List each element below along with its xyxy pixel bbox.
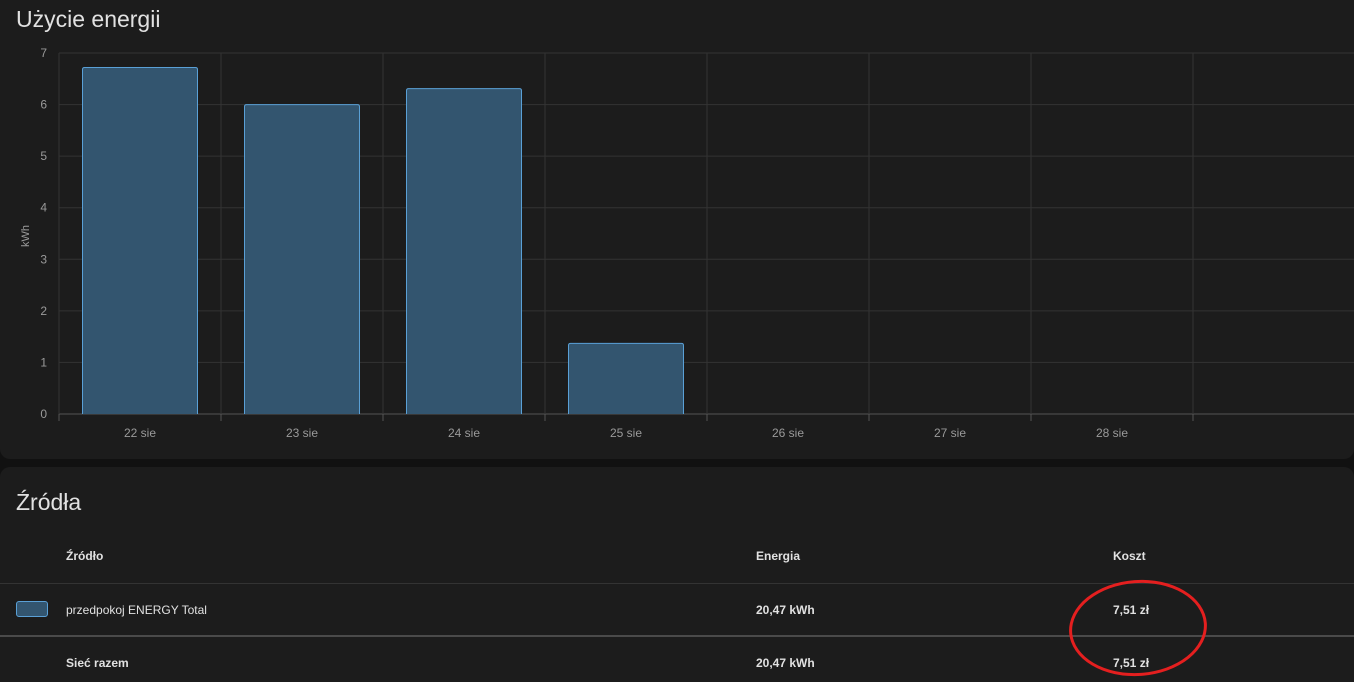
- chart-bar: [406, 88, 522, 414]
- chart-bar: [568, 342, 684, 414]
- y-tick-label: 0: [40, 407, 47, 421]
- x-tick-label: 23 sie: [286, 426, 318, 440]
- x-tick-label: 22 sie: [124, 426, 156, 440]
- x-tick-label: 26 sie: [772, 426, 804, 440]
- x-tick-label: 24 sie: [448, 426, 480, 440]
- chart-bar: [244, 104, 360, 414]
- sources-title: Źródła: [16, 489, 82, 515]
- source-energy: 20,47 kWh: [756, 603, 815, 617]
- energy-usage-chart: 0 1 2 3 4 5 6 7 kWh 22 sie 23 sie 24 sie 25 sie 26 si…: [20, 46, 1354, 440]
- total-cost: 7,51 zł: [1113, 656, 1150, 670]
- source-color-swatch: [16, 601, 48, 617]
- source-name: przedpokoj ENERGY Total: [66, 603, 207, 617]
- y-tick-label: 2: [40, 304, 47, 318]
- column-header-energy: Energia: [756, 549, 801, 563]
- energy-usage-card: Użycie energii 0 1 2 3 4 5 6 7 kWh 22 sie 23 sie 24…: [0, 0, 1354, 459]
- table-divider: [0, 583, 1354, 584]
- y-tick-label: 3: [40, 252, 47, 266]
- y-tick-label: 5: [40, 149, 47, 163]
- total-energy: 20,47 kWh: [756, 656, 815, 670]
- sources-card: Źródła: [0, 467, 1354, 682]
- total-label: Sieć razem: [66, 656, 129, 670]
- chart-bar: [82, 66, 198, 414]
- y-tick-label: 1: [40, 355, 47, 369]
- x-tick-label: 28 sie: [1096, 426, 1128, 440]
- y-tick-label: 4: [40, 201, 47, 215]
- source-cost: 7,51 zł: [1113, 603, 1150, 617]
- y-tick-label: 6: [40, 98, 47, 112]
- x-tick-label: 27 sie: [934, 426, 966, 440]
- total-divider: [0, 635, 1354, 637]
- column-header-cost: Koszt: [1113, 549, 1146, 563]
- column-header-source: Źródło: [66, 549, 104, 563]
- x-tick-label: 25 sie: [610, 426, 642, 440]
- y-tick-label: 7: [40, 46, 47, 60]
- y-axis-title: kWh: [20, 225, 32, 247]
